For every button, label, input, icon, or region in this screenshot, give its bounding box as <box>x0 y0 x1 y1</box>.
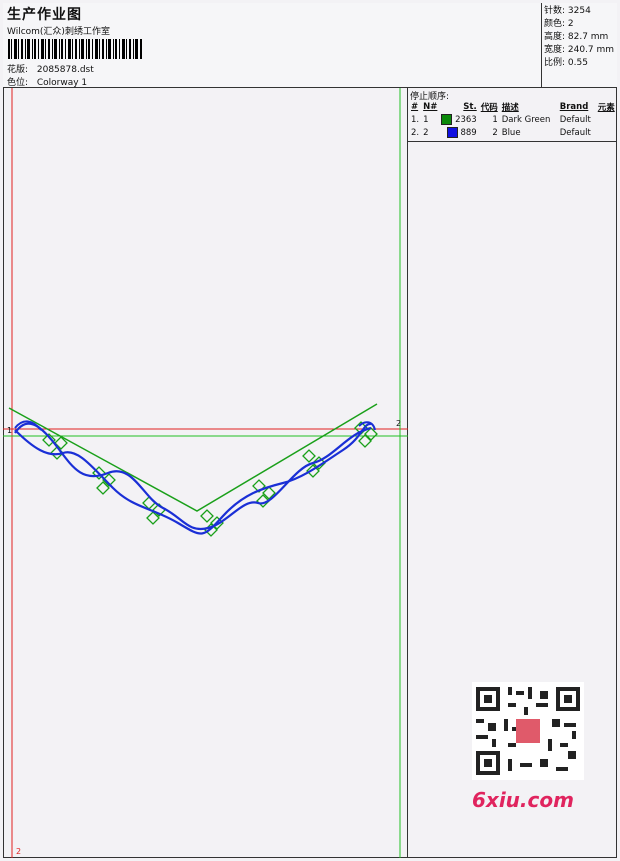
colorway-value: Colorway 1 <box>36 78 88 88</box>
stop-sequence-table: # N# St. 代码 描述 Brand 元素 1. 1 2363 1 Dark… <box>409 101 617 139</box>
row-element <box>596 113 617 126</box>
row-description: Dark Green <box>501 114 551 125</box>
design-width: 宽度: 240.7 mm <box>544 45 615 55</box>
green-leaf-motifs <box>42 421 378 537</box>
design-height: 高度: 82.7 mm <box>544 32 609 42</box>
design-file-line: 花版: 2085878.dst <box>7 62 94 75</box>
row-brand: Default <box>559 127 591 138</box>
scale-ratio: 比例: 0.55 <box>544 58 588 68</box>
watermark-brand: 6xiu.com <box>472 788 574 812</box>
origin-marker-right: 2 <box>396 419 401 428</box>
col-description: 描述 <box>501 103 519 113</box>
col-code: 代码 <box>480 103 498 113</box>
row-code: 1 <box>492 114 498 125</box>
qr-code <box>472 682 584 780</box>
end-marker: 2 <box>16 847 21 856</box>
row-stitches-cell: 889 <box>439 126 478 139</box>
design-preview: 1 2 2 <box>3 88 408 858</box>
colorway-label: 色位: <box>7 78 29 88</box>
row-stitches: 889 <box>460 128 477 138</box>
colorway-line: 色位: Colorway 1 <box>7 75 87 88</box>
page-title: 生产作业图 <box>7 7 82 23</box>
barcode <box>8 39 142 59</box>
row-needle: 2 <box>423 127 429 138</box>
row-index: 1. <box>411 114 420 125</box>
embroidery-canvas: 1 2 2 <box>3 88 408 858</box>
row-description: Blue <box>501 127 521 138</box>
table-row: 1. 1 2363 1 Dark Green Default <box>409 113 617 126</box>
col-index: # <box>411 102 419 112</box>
row-needle: 1 <box>423 114 429 125</box>
origin-marker-left: 1 <box>7 426 12 435</box>
header: 生产作业图 Wilcom(汇众)刺绣工作室 花版: 2085878.dst 色位… <box>3 3 617 88</box>
color-swatch <box>446 127 458 138</box>
stats-panel: 针数: 3254 颜色: 2 高度: 82.7 mm 宽度: 240.7 mm … <box>541 3 617 88</box>
row-stitches: 2363 <box>455 115 477 125</box>
row-index: 2. <box>411 127 420 138</box>
row-brand: Default <box>559 114 591 125</box>
row-code: 2 <box>492 127 498 138</box>
stop-sequence-panel: 停止顺序: # N# St. 代码 描述 Brand 元素 1. 1 2363 … <box>408 88 617 142</box>
col-brand: Brand <box>559 102 589 112</box>
row-stitches-cell: 2363 <box>439 113 478 126</box>
color-count: 颜色: 2 <box>544 19 574 29</box>
studio-name: Wilcom(汇众)刺绣工作室 <box>7 27 110 37</box>
table-header-row: # N# St. 代码 描述 Brand 元素 <box>409 101 617 113</box>
col-stitches: St. <box>463 102 477 112</box>
table-row: 2. 2 889 2 Blue Default <box>409 126 617 139</box>
col-element: 元素 <box>597 103 615 113</box>
design-file-label: 花版: <box>7 65 29 75</box>
row-element <box>596 126 617 139</box>
color-swatch <box>441 114 453 125</box>
design-file-value: 2085878.dst <box>36 65 94 75</box>
stitch-count: 针数: 3254 <box>544 6 591 16</box>
col-needle: N# <box>423 102 438 112</box>
